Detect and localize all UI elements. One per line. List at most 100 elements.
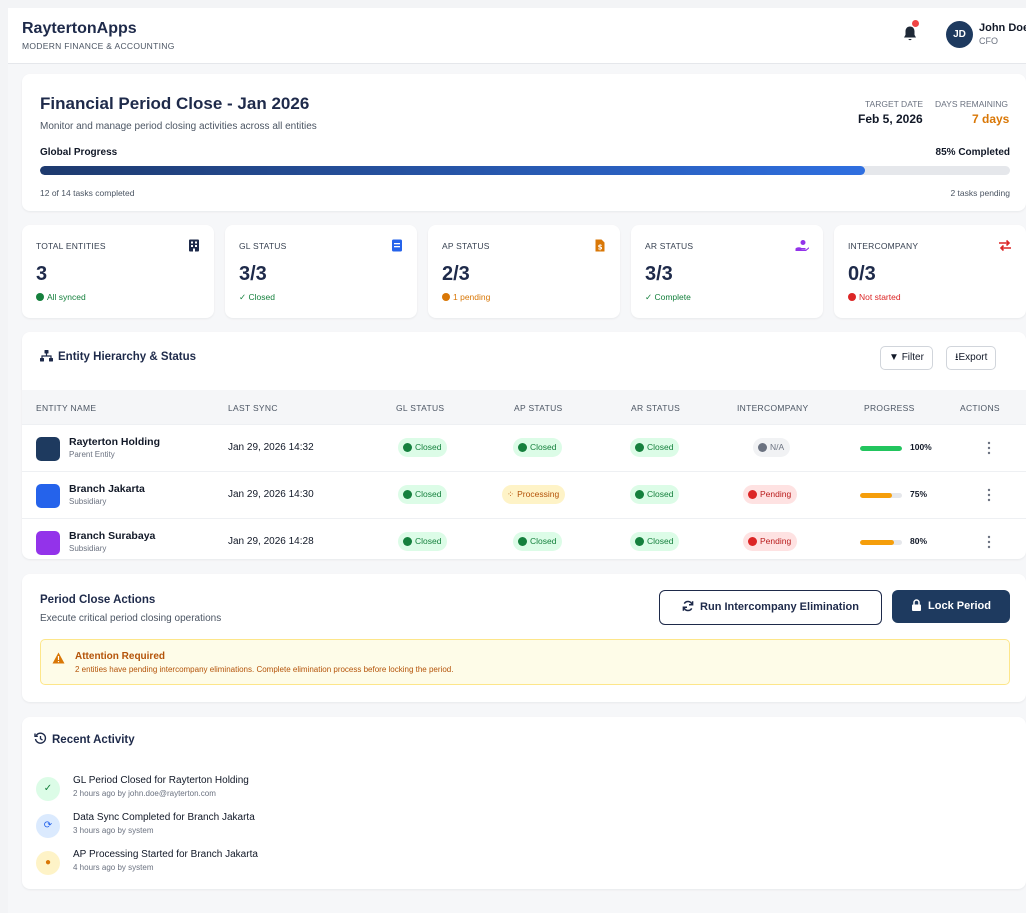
clock-icon	[442, 293, 450, 301]
alert-circle-icon	[748, 537, 757, 546]
stat-value: 3	[36, 263, 48, 285]
row-progress-bar	[860, 540, 902, 545]
entity-building-icon	[36, 437, 60, 461]
table-row[interactable]: Branch Jakarta Subsidiary Jan 29, 2026 1…	[22, 471, 1026, 518]
stat-card-ar-status[interactable]: AR STATUS 3/3 ✓ Complete	[631, 225, 823, 318]
refresh-icon	[682, 600, 694, 612]
stat-note: 1 pending	[442, 292, 490, 302]
stat-card-gl-status[interactable]: GL STATUS 3/3 ✓ Closed	[225, 225, 417, 318]
column-header[interactable]: AR STATUS	[631, 403, 680, 413]
column-header[interactable]: LAST SYNC	[228, 403, 278, 413]
run-intercompany-elimination-button[interactable]: Run Intercompany Elimination	[659, 590, 882, 625]
page-title: Financial Period Close - Jan 2026	[40, 94, 310, 113]
badge-text: Closed	[415, 489, 442, 499]
badge-text: Pending	[760, 489, 792, 499]
stat-label: INTERCOMPANY	[848, 241, 919, 251]
check-circle-icon	[635, 490, 644, 499]
history-icon	[34, 732, 47, 744]
check-circle-icon	[635, 443, 644, 452]
gl-status-badge: Closed	[398, 438, 448, 457]
row-progress-percent: 100%	[910, 442, 932, 452]
lock-icon	[912, 599, 922, 611]
period-close-actions-card: Period Close Actions Execute critical pe…	[22, 574, 1026, 702]
check-circle-icon	[403, 537, 412, 546]
check-circle-icon	[635, 537, 644, 546]
check-icon: ✓	[36, 777, 60, 801]
recent-activity-title: Recent Activity	[34, 732, 135, 746]
column-header[interactable]: ENTITY NAME	[36, 403, 96, 413]
more-actions-icon[interactable]	[984, 534, 994, 550]
warning-icon	[52, 652, 65, 664]
entity-name[interactable]: Branch Jakarta	[69, 483, 145, 495]
stat-label: GL STATUS	[239, 241, 287, 251]
table-row[interactable]: Rayterton Holding Parent Entity Jan 29, …	[22, 424, 1026, 471]
column-header[interactable]: PROGRESS	[864, 403, 915, 413]
actions-subtitle: Execute critical period closing operatio…	[40, 613, 222, 624]
target-date-label: TARGET DATE	[865, 99, 924, 109]
stat-note: All synced	[36, 292, 86, 302]
table-row[interactable]: Branch Surabaya Subsidiary Jan 29, 2026 …	[22, 518, 1026, 565]
stat-card-intercompany[interactable]: INTERCOMPANY 0/3 Not started	[834, 225, 1026, 318]
ar-status-badge: Closed	[630, 438, 680, 457]
sync-icon: ⟳	[36, 814, 60, 838]
more-actions-icon[interactable]	[984, 440, 994, 456]
activity-meta: 3 hours ago by system	[73, 826, 154, 835]
stat-card-ap-status[interactable]: AP STATUS $ 2/3 1 pending	[428, 225, 620, 318]
badge-text: Closed	[415, 442, 442, 452]
entity-building-icon	[36, 531, 60, 555]
app-logo[interactable]: RaytertonApps	[22, 20, 137, 38]
last-sync: Jan 29, 2026 14:28	[228, 536, 314, 547]
more-actions-icon[interactable]	[984, 487, 994, 503]
stat-card-total-entities[interactable]: TOTAL ENTITIES 3 All synced	[22, 225, 214, 318]
activity-meta: 2 hours ago by john.doe@rayterton.com	[73, 789, 216, 798]
spinner-icon: ⁘	[507, 489, 515, 499]
column-header[interactable]: AP STATUS	[514, 403, 563, 413]
entity-name[interactable]: Rayterton Holding	[69, 436, 160, 448]
column-header[interactable]: ACTIONS	[960, 403, 1000, 413]
app-tagline: MODERN FINANCE & ACCOUNTING	[22, 41, 175, 51]
entity-hierarchy-card: Entity Hierarchy & Status ▼ Filter ⭳Expo…	[22, 332, 1026, 559]
exchange-icon	[999, 239, 1011, 252]
badge-text: Closed	[530, 442, 557, 452]
activity-item[interactable]: ● AP Processing Started for Branch Jakar…	[36, 849, 936, 881]
user-role: CFO	[979, 36, 998, 46]
column-header[interactable]: GL STATUS	[396, 403, 444, 413]
ar-status-badge: Closed	[630, 485, 680, 504]
hand-coin-icon	[795, 240, 809, 251]
entity-hierarchy-title-text: Entity Hierarchy & Status	[58, 351, 197, 363]
notification-bell-icon[interactable]	[902, 25, 918, 43]
entity-type: Parent Entity	[69, 450, 115, 459]
hierarchy-icon	[40, 350, 53, 362]
badge-text: N/A	[770, 442, 785, 452]
recent-activity-card: Recent Activity ✓ GL Period Closed for R…	[22, 717, 1026, 889]
export-button[interactable]: ⭳Export	[946, 346, 997, 370]
badge-text: Closed	[647, 536, 674, 546]
activity-item[interactable]: ⟳ Data Sync Completed for Branch Jakarta…	[36, 812, 936, 844]
check-circle-icon	[518, 537, 527, 546]
activity-item[interactable]: ✓ GL Period Closed for Rayterton Holding…	[36, 775, 936, 807]
user-avatar[interactable]: JD	[946, 21, 973, 48]
stat-value: 3/3	[645, 263, 673, 285]
export-label: Export	[958, 352, 988, 363]
stat-note-text: ✓ Closed	[239, 292, 275, 302]
attention-alert: Attention Required 2 entities have pendi…	[40, 639, 1010, 685]
badge-text: Closed	[530, 536, 557, 546]
user-name[interactable]: John Doe	[979, 22, 1026, 34]
notification-badge	[912, 20, 919, 27]
column-header[interactable]: INTERCOMPANY	[737, 403, 808, 413]
filter-icon: ▼	[889, 352, 899, 363]
gl-status-badge: Closed	[398, 485, 448, 504]
global-progress-label: Global Progress	[40, 147, 118, 158]
stat-note: Not started	[848, 292, 901, 302]
filter-button[interactable]: ▼ Filter	[880, 346, 933, 370]
stat-value: 0/3	[848, 263, 876, 285]
check-circle-icon	[403, 490, 412, 499]
days-remaining-label: DAYS REMAINING	[935, 99, 1009, 109]
lock-period-button[interactable]: Lock Period	[892, 590, 1010, 623]
clock-icon: ●	[36, 851, 60, 875]
entity-name[interactable]: Branch Surabaya	[69, 530, 155, 542]
stat-label: AR STATUS	[645, 241, 694, 251]
tasks-pending-text: 2 tasks pending	[950, 188, 1010, 198]
svg-text:$: $	[598, 244, 603, 252]
ledger-icon	[392, 239, 402, 252]
